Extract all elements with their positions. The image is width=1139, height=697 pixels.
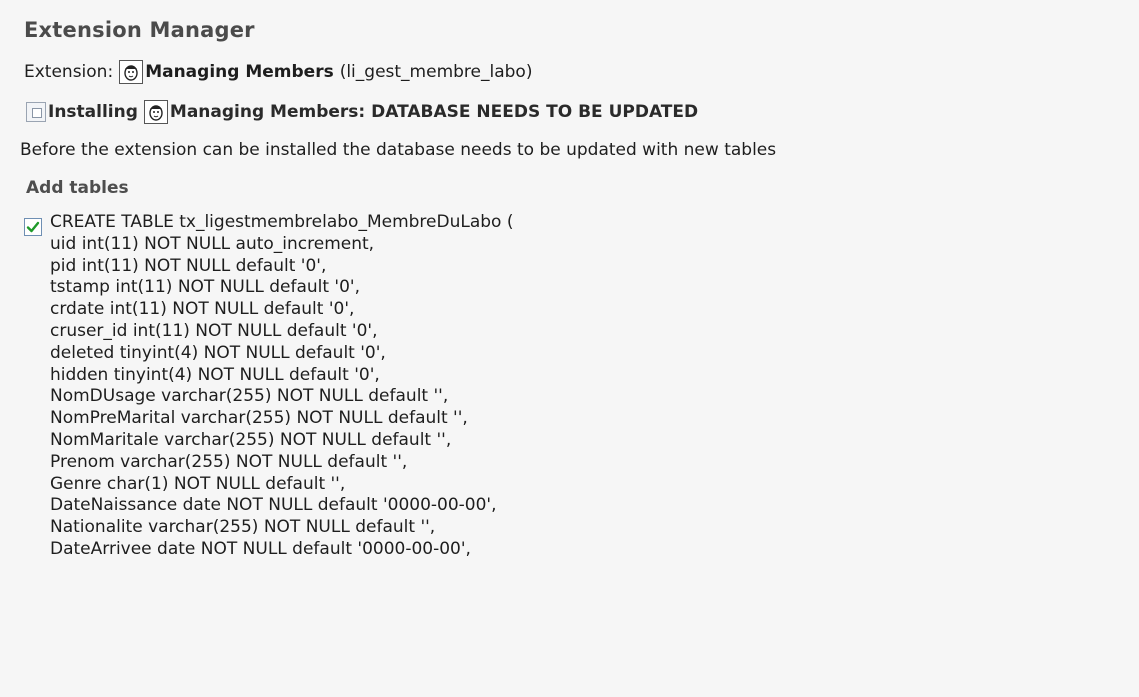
sql-line: DateArrivee date NOT NULL default '0000-…: [50, 538, 471, 559]
sql-line: hidden tinyint(4) NOT NULL default '0',: [50, 364, 380, 385]
install-status-text: Managing Members: DATABASE NEEDS TO BE U…: [169, 102, 699, 122]
extension-avatar-icon: [119, 60, 144, 84]
sql-line: Nationalite varchar(255) NOT NULL defaul…: [50, 517, 436, 538]
extension-info: Extension: Managing Members (li_gest_mem…: [24, 60, 1139, 84]
sql-line: NomMaritale varchar(255) NOT NULL defaul…: [50, 429, 452, 450]
page-title: Extension Manager: [24, 18, 255, 42]
install-status-line: Installing Managing Members: DATABASE NE…: [26, 100, 1139, 124]
database-update-message: Before the extension can be installed th…: [20, 140, 777, 160]
sql-line: NomDUsage varchar(255) NOT NULL default …: [50, 386, 449, 407]
sql-line: crdate int(11) NOT NULL default '0',: [50, 299, 355, 320]
install-status-icon: [26, 102, 46, 122]
installing-label: Installing: [48, 102, 138, 122]
extension-avatar-icon: [143, 100, 168, 124]
sql-line: NomPreMarital varchar(255) NOT NULL defa…: [50, 408, 468, 429]
extension-prefix-label: Extension:: [24, 62, 114, 82]
sql-line: deleted tinyint(4) NOT NULL default '0',: [50, 342, 386, 363]
add-tables-heading: Add tables: [26, 178, 129, 198]
sql-line: CREATE TABLE tx_ligestmembrelabo_MembreD…: [50, 212, 514, 232]
checkmark-icon: [26, 221, 40, 233]
sql-line: cruser_id int(11) NOT NULL default '0',: [50, 320, 378, 341]
sql-statement-checkbox[interactable]: [24, 218, 42, 236]
extension-key: (li_gest_membre_labo): [339, 62, 533, 82]
sql-line: Prenom varchar(255) NOT NULL default '',: [50, 451, 408, 472]
sql-line: pid int(11) NOT NULL default '0',: [50, 255, 327, 276]
sql-line: tstamp int(11) NOT NULL default '0',: [50, 277, 361, 298]
sql-statement-text: CREATE TABLE tx_ligestmembrelabo_MembreD…: [50, 212, 514, 561]
sql-line: DateNaissance date NOT NULL default '000…: [50, 495, 497, 516]
sql-statement-block: CREATE TABLE tx_ligestmembrelabo_MembreD…: [24, 212, 1139, 561]
sql-line: Genre char(1) NOT NULL default '',: [50, 473, 346, 494]
sql-line: uid int(11) NOT NULL auto_increment,: [50, 233, 375, 254]
extension-manager-page: Extension Manager Extension: Managing Me…: [20, 8, 1139, 561]
extension-name: Managing Members: [145, 62, 334, 82]
